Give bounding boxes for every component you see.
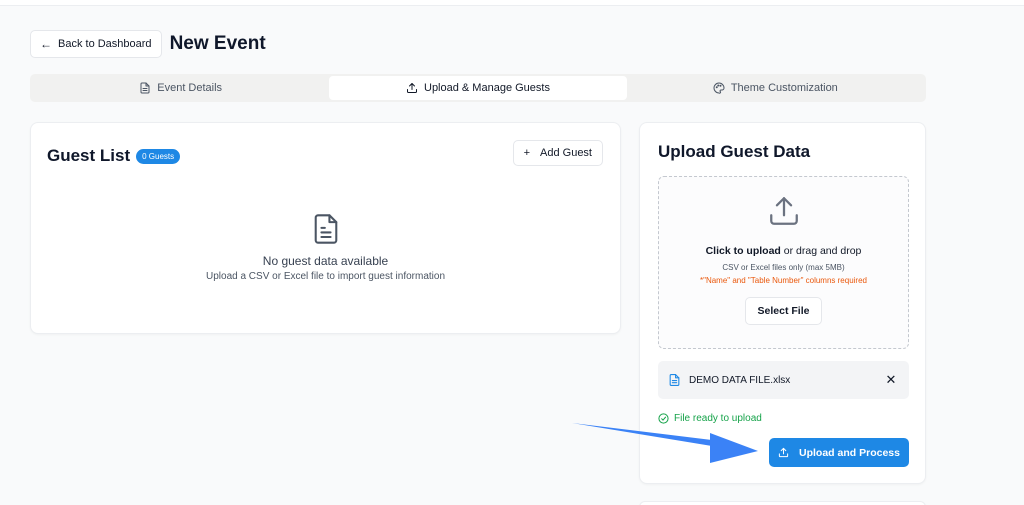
document-icon <box>140 82 150 94</box>
tab-label: Upload & Manage Guests <box>424 82 550 94</box>
tab-label: Theme Customization <box>730 82 838 94</box>
select-file-button[interactable]: Select File <box>744 297 823 325</box>
add-guest-button[interactable]: + Add Guest <box>512 140 603 166</box>
selected-file-name: DEMO DATA FILE.xlsx <box>689 374 791 386</box>
upload-icon <box>769 197 798 225</box>
tab-bar: Event Details Upload & Manage Guests The… <box>30 74 926 102</box>
tab-event-details[interactable]: Event Details <box>32 76 329 100</box>
guest-list-title: Guest List <box>47 146 131 165</box>
drag-drop-text: or drag and drop <box>780 245 862 257</box>
upload-and-process-label: Upload and Process <box>799 446 900 459</box>
dropzone-instructions: Click to upload or drag and drop <box>659 245 908 257</box>
spreadsheet-file-icon <box>669 374 680 386</box>
plus-icon: + <box>523 147 531 159</box>
click-to-upload-text[interactable]: Click to upload <box>706 245 781 257</box>
tab-theme-customization[interactable]: Theme Customization <box>627 76 924 100</box>
tab-upload-manage-guests[interactable]: Upload & Manage Guests <box>329 76 627 100</box>
remove-file-icon[interactable]: ✕ <box>883 372 899 388</box>
palette-icon <box>713 82 725 94</box>
empty-title: No guest data available <box>262 254 389 268</box>
upload-icon <box>407 83 417 93</box>
empty-state: No guest data available Upload a CSV or … <box>31 213 620 282</box>
upload-and-process-button[interactable]: Upload and Process <box>769 438 909 467</box>
arrow-left-icon: ← <box>40 37 52 51</box>
back-label: Back to Dashboard <box>58 38 152 50</box>
guest-list-heading: Guest List 0 Guests <box>47 146 181 166</box>
guest-list-card: Guest List 0 Guests + Add Guest No guest… <box>30 122 621 334</box>
guest-count-badge: 0 Guests <box>136 148 181 164</box>
back-to-dashboard-button[interactable]: ← Back to Dashboard <box>30 30 162 58</box>
file-text-icon <box>314 214 337 244</box>
file-dropzone[interactable]: Click to upload or drag and drop CSV or … <box>658 176 909 349</box>
required-columns-note: *"Name" and "Table Number" columns requi… <box>700 276 867 285</box>
annotation-arrow <box>572 423 758 463</box>
top-bar <box>0 0 1024 6</box>
add-guest-label: Add Guest <box>540 147 592 159</box>
page-header: ← Back to Dashboard New Event <box>30 30 266 58</box>
upload-icon <box>778 447 789 458</box>
tab-label: Event Details <box>157 82 223 94</box>
next-card-edge <box>639 501 926 505</box>
page-title: New Event <box>169 33 266 54</box>
file-type-hint: CSV or Excel files only (max 5MB) <box>722 263 845 272</box>
upload-title: Upload Guest Data <box>658 142 811 161</box>
selected-file-row: DEMO DATA FILE.xlsx ✕ <box>658 361 909 399</box>
empty-subtitle: Upload a CSV or Excel file to import gue… <box>206 271 445 282</box>
